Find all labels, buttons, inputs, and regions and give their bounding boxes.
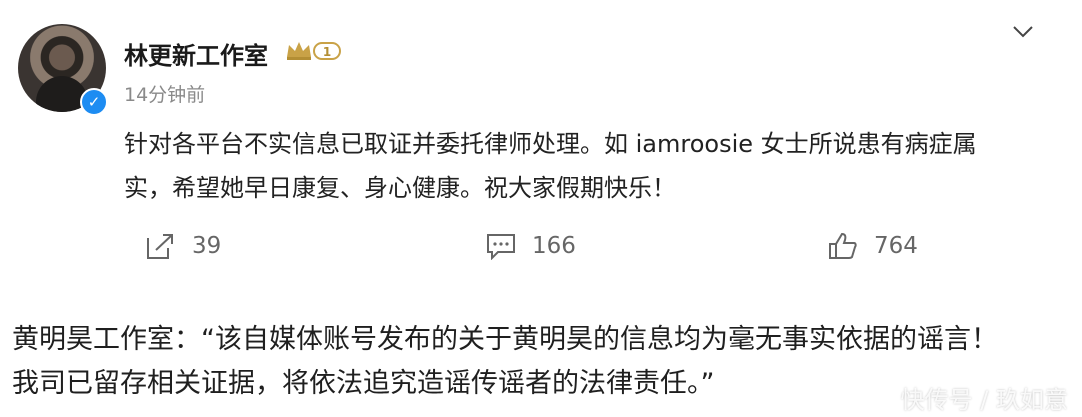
vip-level-label: 1 xyxy=(323,45,331,59)
repost-button[interactable]: 39 xyxy=(146,228,221,264)
repost-count: 39 xyxy=(192,233,222,259)
repost-icon xyxy=(147,234,173,259)
weibo-post-card: ✓ 林更新工作室 1 14分钟前 针对各平台不实信息已取证并委托律师处理。如 i… xyxy=(0,0,1082,296)
thumbs-up-icon xyxy=(829,232,857,259)
post-username[interactable]: 林更新工作室 xyxy=(124,36,268,71)
comment-icon xyxy=(487,234,515,260)
post-text-line: 实，希望她早日康复、身心健康。祝大家假期快乐！ xyxy=(124,174,676,202)
post-body: 针对各平台不实信息已取证并委托律师处理。如 iamroosie 女士所说患有病症… xyxy=(124,122,1024,210)
chevron-down-icon[interactable] xyxy=(1012,24,1034,40)
post-text-line: 针对各平台不实信息已取证并委托律师处理。如 iamroosie 女士所说患有病症… xyxy=(124,130,977,158)
comment-count: 166 xyxy=(532,233,576,259)
comment-button[interactable]: 166 xyxy=(486,228,576,264)
quote-line: 黄明昊工作室：“该自媒体账号发布的关于黄明昊的信息均为毫无事实依据的谣言！ xyxy=(12,324,998,355)
post-timestamp: 14分钟前 xyxy=(124,84,206,106)
verified-badge-icon: ✓ xyxy=(80,88,108,116)
like-count: 764 xyxy=(874,233,918,259)
like-button[interactable]: 764 xyxy=(828,228,918,264)
vip-crown-badge-icon[interactable]: 1 xyxy=(284,38,342,62)
watermark-text: 快传号 / 玖如意 xyxy=(900,386,1068,414)
